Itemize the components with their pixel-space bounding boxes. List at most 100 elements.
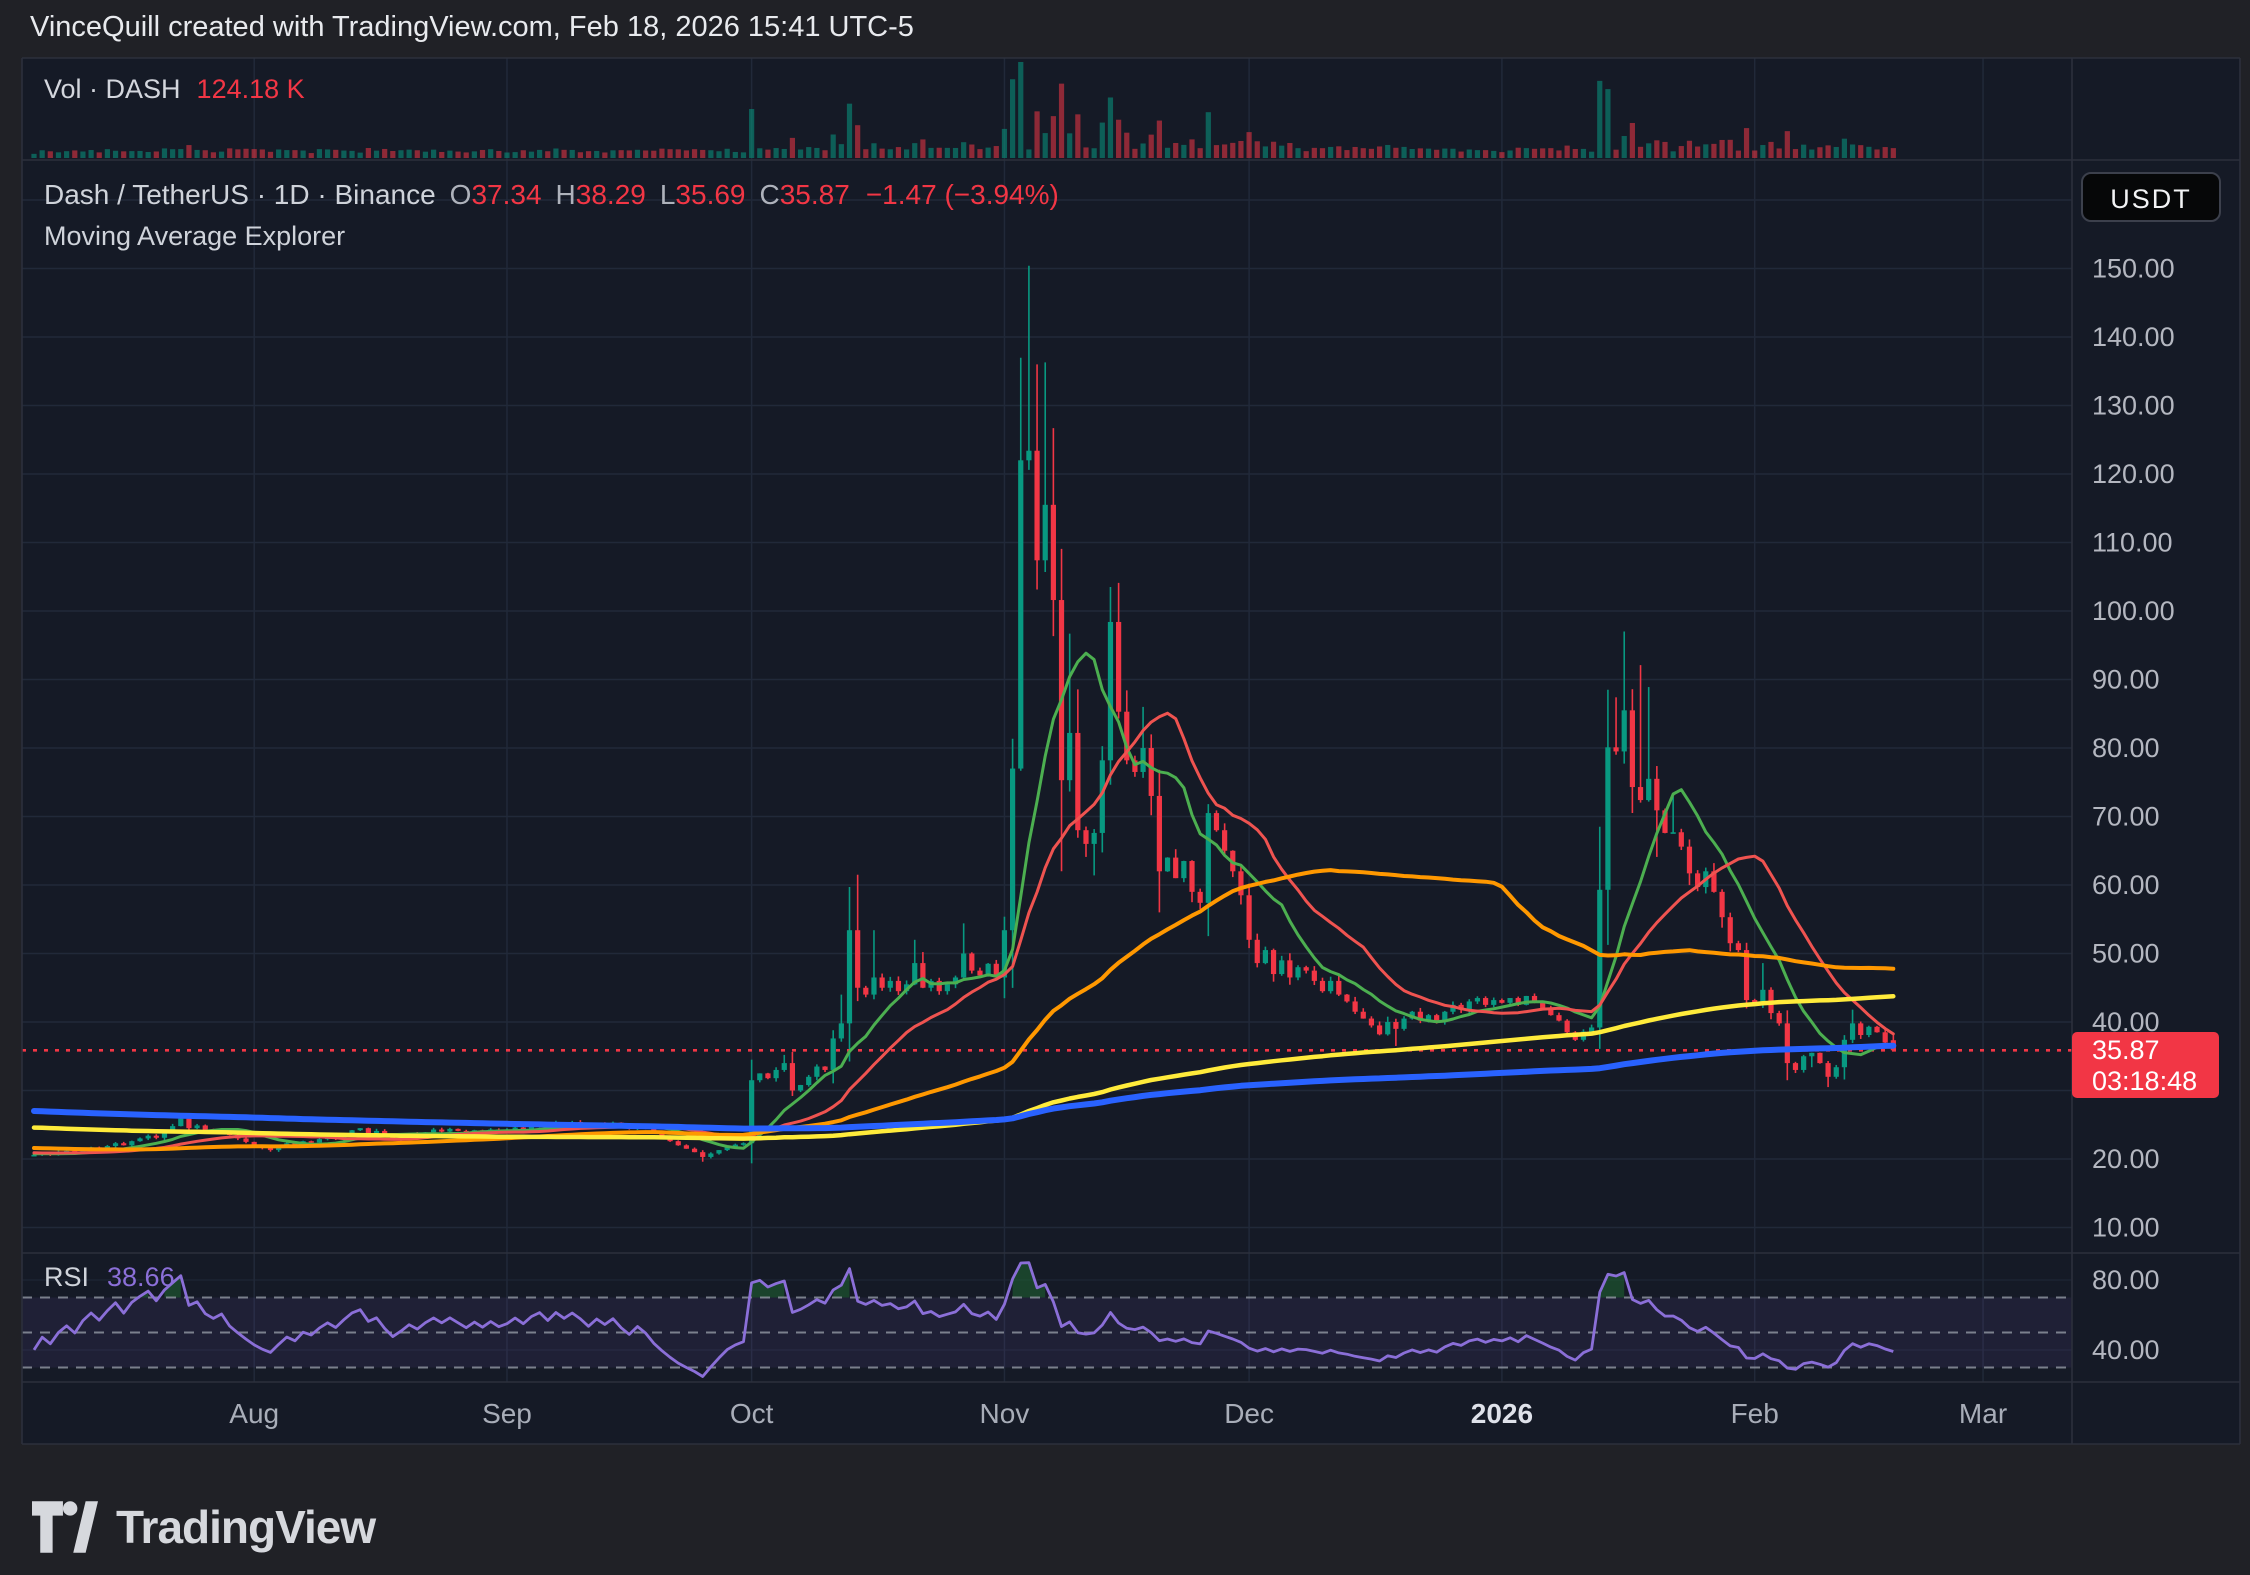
volume-bar bbox=[871, 143, 876, 158]
volume-bar bbox=[154, 151, 159, 158]
candle-body bbox=[1719, 892, 1724, 917]
volume-bar bbox=[855, 125, 860, 158]
volume-bar bbox=[570, 150, 575, 158]
candle-body bbox=[1018, 460, 1023, 768]
candle-body bbox=[1043, 505, 1048, 560]
volume-bar bbox=[1695, 147, 1700, 158]
candle-body bbox=[798, 1085, 803, 1090]
candle-body bbox=[1198, 892, 1203, 903]
candle-body bbox=[154, 1136, 159, 1138]
volume-bar bbox=[513, 152, 518, 158]
candle-body bbox=[1613, 747, 1618, 751]
volume-bar bbox=[521, 150, 526, 158]
candle-body bbox=[1654, 779, 1659, 811]
volume-bar bbox=[1418, 148, 1423, 158]
candle-body bbox=[1083, 830, 1088, 844]
price-axis-label: 110.00 bbox=[2092, 528, 2173, 558]
volume-bar bbox=[1687, 141, 1692, 158]
volume-bar bbox=[431, 150, 436, 158]
volume-bar bbox=[1067, 133, 1072, 158]
volume-bar bbox=[129, 151, 134, 158]
ohlc-value: 35.87 bbox=[780, 179, 850, 210]
candle-body bbox=[880, 977, 885, 987]
candle-body bbox=[1369, 1019, 1374, 1026]
candle-body bbox=[831, 1038, 836, 1070]
rsi-legend-value: 38.66 bbox=[107, 1262, 175, 1292]
indicator-legend[interactable]: Moving Average Explorer bbox=[44, 221, 345, 252]
volume-bar bbox=[610, 150, 615, 158]
volume-bar bbox=[1287, 143, 1292, 158]
volume-bar bbox=[602, 152, 607, 158]
candle-body bbox=[1246, 895, 1251, 940]
candle-body bbox=[1475, 998, 1480, 1001]
volume-bar bbox=[1198, 148, 1203, 158]
volume-bar bbox=[1059, 84, 1064, 158]
candle-body bbox=[1263, 950, 1268, 963]
symbol-legend[interactable]: Dash / TetherUS · 1D · BinanceO37.34H38.… bbox=[44, 179, 1059, 211]
volume-bar bbox=[904, 149, 909, 158]
volume-bar bbox=[447, 151, 452, 158]
candle-body bbox=[1304, 967, 1309, 970]
time-axis-label: Aug bbox=[229, 1398, 279, 1429]
volume-bar bbox=[1736, 151, 1741, 158]
volume-bar bbox=[831, 134, 836, 158]
volume-bar bbox=[1214, 145, 1219, 158]
rsi-legend[interactable]: RSI38.66 bbox=[44, 1262, 175, 1293]
volume-bar bbox=[627, 150, 632, 158]
volume-bar bbox=[464, 152, 469, 158]
volume-bar bbox=[1010, 79, 1015, 158]
volume-bar bbox=[88, 150, 93, 158]
volume-bar bbox=[341, 151, 346, 158]
page-title: VinceQuill created with TradingView.com,… bbox=[30, 11, 914, 44]
candle-body bbox=[1834, 1067, 1839, 1077]
volume-bar bbox=[1874, 149, 1879, 158]
volume-bar bbox=[1630, 123, 1635, 158]
candle-body bbox=[1809, 1053, 1814, 1056]
volume-bar bbox=[733, 152, 738, 158]
volume-bar bbox=[676, 149, 681, 158]
volume-bar bbox=[1173, 143, 1178, 158]
volume-bar bbox=[888, 149, 893, 158]
volume-bar bbox=[684, 150, 689, 158]
volume-bar bbox=[774, 148, 779, 158]
candle-body bbox=[1728, 917, 1733, 943]
volume-bar bbox=[945, 148, 950, 158]
volume-legend[interactable]: Vol · DASH124.18 K bbox=[44, 74, 305, 105]
tradingview-logo[interactable]: TradingView bbox=[32, 1500, 375, 1554]
volume-bar bbox=[1883, 147, 1888, 158]
candle-body bbox=[847, 930, 852, 1023]
volume-bar bbox=[659, 149, 664, 158]
volume-bar bbox=[1532, 149, 1537, 158]
volume-bar bbox=[977, 149, 982, 158]
volume-bar bbox=[986, 148, 991, 158]
volume-bar bbox=[1149, 135, 1154, 158]
candle-body bbox=[374, 1131, 379, 1133]
volume-bar bbox=[1116, 120, 1121, 158]
candle-body bbox=[1034, 451, 1039, 561]
volume-bar bbox=[390, 151, 395, 158]
currency-toggle-button[interactable]: USDT bbox=[2081, 172, 2221, 222]
tradingview-snapshot: 150.00140.00130.00120.00110.00100.0090.0… bbox=[0, 0, 2250, 1575]
volume-bar bbox=[1834, 147, 1839, 158]
candle-body bbox=[1271, 950, 1276, 974]
volume-bar bbox=[586, 151, 591, 158]
volume-bar bbox=[912, 143, 917, 158]
candle-body bbox=[1393, 1022, 1398, 1029]
candle-body bbox=[700, 1152, 705, 1157]
volume-bar bbox=[561, 150, 566, 158]
candle-body bbox=[1622, 710, 1627, 751]
volume-bar bbox=[1760, 145, 1765, 158]
symbol-name: Dash / TetherUS · 1D · Binance bbox=[44, 179, 436, 210]
candle-body bbox=[1067, 733, 1072, 780]
candle-body bbox=[782, 1063, 787, 1070]
candle-body bbox=[1638, 787, 1643, 800]
volume-bar bbox=[1817, 147, 1822, 158]
volume-bar bbox=[407, 150, 412, 158]
candle-body bbox=[1850, 1023, 1855, 1039]
candle-body bbox=[1116, 622, 1121, 712]
volume-bar bbox=[1703, 144, 1708, 158]
volume-bar bbox=[529, 152, 534, 158]
volume-bar bbox=[1361, 148, 1366, 158]
candle-body bbox=[121, 1143, 126, 1145]
volume-bar bbox=[1581, 149, 1586, 158]
